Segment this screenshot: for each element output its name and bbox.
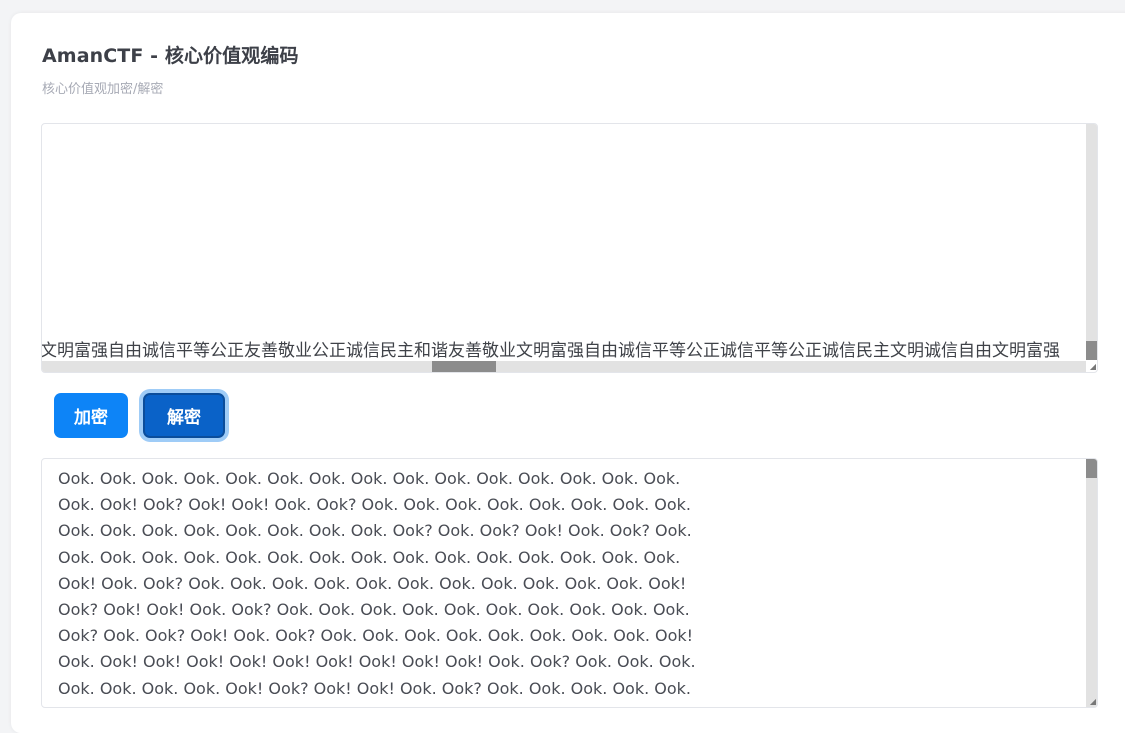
input-textarea[interactable]: 文明富强自由诚信平等公正友善敬业公正诚信民主和谐友善敬业文明富强自由诚信平等公正… bbox=[41, 123, 1098, 373]
input-vertical-scrollbar[interactable] bbox=[1086, 124, 1097, 360]
output-textarea[interactable]: Ook. Ook. Ook. Ook. Ook. Ook. Ook. Ook. … bbox=[41, 458, 1098, 708]
output-line: Ook. Ook. Ook. Ook. Ook. Ook. Ook. Ook. … bbox=[58, 547, 681, 567]
output-line: Ook? Ook! Ook! Ook. Ook? Ook. Ook. Ook. … bbox=[58, 600, 690, 620]
input-text: 文明富强自由诚信平等公正友善敬业公正诚信民主和谐友善敬业文明富强自由诚信平等公正… bbox=[41, 341, 1060, 361]
input-resize-grip-icon[interactable]: ◢ bbox=[1090, 363, 1096, 371]
output-vertical-scrollbar[interactable] bbox=[1086, 459, 1097, 707]
output-line: Ook! Ook. Ook? Ook. Ook. Ook. Ook. Ook. … bbox=[58, 573, 687, 593]
output-line: Ook. Ook! Ook? Ook! Ook! Ook. Ook? Ook. … bbox=[58, 495, 692, 515]
decrypt-button[interactable]: 解密 bbox=[143, 393, 225, 438]
encrypt-button[interactable]: 加密 bbox=[54, 393, 128, 438]
main-card: AmanCTF - 核心价值观编码 核心价值观加密/解密 文明富强自由诚信平等公… bbox=[11, 13, 1125, 733]
output-line: Ook. Ook! Ook! Ook! Ook! Ook! Ook! Ook! … bbox=[58, 652, 696, 672]
output-line: Ook? Ook. Ook? Ook! Ook. Ook? Ook. Ook. … bbox=[58, 626, 694, 646]
output-vertical-scroll-thumb[interactable] bbox=[1086, 459, 1097, 478]
input-horizontal-scroll-thumb[interactable] bbox=[432, 361, 496, 372]
output-line: Ook. Ook. Ook. Ook. Ook. Ook. Ook. Ook. … bbox=[58, 469, 681, 488]
output-line: Ook. Ook. Ook. Ook. Ook! Ook? Ook! Ook! … bbox=[58, 678, 692, 698]
output-line: Ook. Ook. Ook. Ook. Ook. Ook. Ook. Ook. … bbox=[58, 521, 692, 541]
page-title: AmanCTF - 核心价值观编码 bbox=[42, 45, 299, 67]
page-subtitle: 核心价值观加密/解密 bbox=[42, 82, 164, 97]
output-text: Ook. Ook. Ook. Ook. Ook. Ook. Ook. Ook. … bbox=[58, 466, 1078, 702]
output-resize-grip-icon[interactable]: ◢ bbox=[1090, 698, 1096, 706]
input-vertical-scroll-thumb[interactable] bbox=[1086, 341, 1097, 360]
input-horizontal-scrollbar[interactable] bbox=[42, 361, 1086, 372]
